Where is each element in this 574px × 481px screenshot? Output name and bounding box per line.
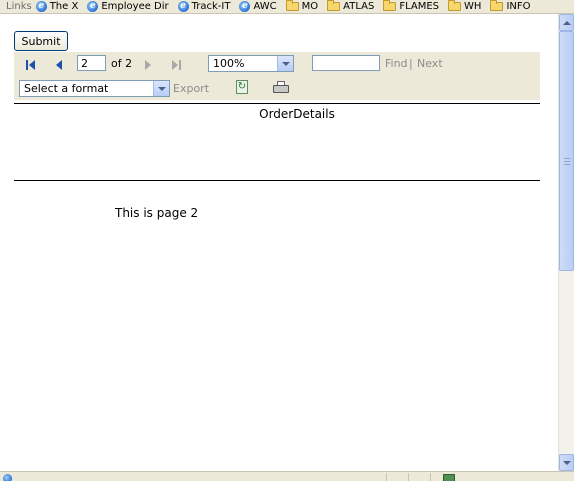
- link-label: MO: [301, 1, 319, 12]
- report-divider-top: [14, 103, 540, 104]
- find-separator: |: [409, 57, 413, 70]
- next-page-button[interactable]: [141, 58, 155, 71]
- link-folder-flames[interactable]: FLAMES: [383, 0, 440, 12]
- link-label: Track-IT: [191, 1, 231, 12]
- report-divider-bottom: [14, 180, 540, 181]
- links-label: Links: [6, 1, 32, 12]
- link-folder-atlas[interactable]: ATLAS: [327, 0, 375, 12]
- find-next-link[interactable]: Next: [417, 57, 443, 70]
- format-value: Select a format: [24, 82, 109, 95]
- ie-page-icon: e: [87, 1, 99, 12]
- previous-page-icon: [56, 59, 62, 70]
- vertical-scrollbar[interactable]: [558, 14, 574, 471]
- print-icon[interactable]: [273, 81, 289, 94]
- chevron-up-icon: [562, 20, 571, 25]
- first-page-button[interactable]: [23, 58, 37, 71]
- folder-icon: [285, 0, 299, 11]
- first-page-icon: [25, 59, 35, 70]
- report-title: OrderDetails: [259, 107, 335, 121]
- link-label: FLAMES: [399, 1, 440, 12]
- link-folder-info[interactable]: INFO: [490, 0, 531, 12]
- submit-button[interactable]: Submit: [14, 31, 68, 51]
- report-page-text: This is page 2: [115, 206, 199, 220]
- links-toolbar: Links e The X e Employee Dir e Track-IT …: [0, 0, 574, 14]
- chevron-down-icon: [281, 61, 290, 66]
- link-label: ATLAS: [343, 1, 375, 12]
- ie-page-icon: e: [35, 1, 47, 12]
- zoom-select[interactable]: 100%: [208, 55, 294, 72]
- dropdown-button[interactable]: [153, 81, 169, 96]
- link-the-x[interactable]: e The X: [35, 1, 79, 12]
- refresh-icon[interactable]: ↻: [236, 80, 248, 94]
- folder-icon: [490, 0, 504, 11]
- chevron-down-icon: [157, 86, 166, 91]
- link-label: AWC: [253, 1, 277, 12]
- page-content: Submit of 2 100% Find | Next: [0, 14, 558, 466]
- next-page-icon: [145, 59, 151, 70]
- export-format-select[interactable]: Select a format: [19, 80, 170, 97]
- link-label: INFO: [506, 1, 531, 12]
- link-label: The X: [49, 1, 79, 12]
- folder-icon: [383, 0, 397, 11]
- page-count-label: of 2: [111, 57, 133, 70]
- chevron-down-icon: [562, 460, 571, 465]
- link-awc[interactable]: e AWC: [239, 1, 277, 12]
- find-input[interactable]: [312, 55, 380, 71]
- folder-icon: [448, 0, 462, 11]
- link-label: Employee Dir: [101, 1, 169, 12]
- link-employee-dir[interactable]: e Employee Dir: [87, 1, 169, 12]
- link-folder-wh[interactable]: WH: [448, 0, 482, 12]
- link-label: WH: [464, 1, 482, 12]
- find-link[interactable]: Find: [385, 57, 408, 70]
- ie-page-icon: e: [239, 1, 251, 12]
- scroll-down-button[interactable]: [559, 454, 574, 471]
- dropdown-button[interactable]: [277, 56, 293, 71]
- previous-page-button[interactable]: [52, 58, 66, 71]
- link-folder-mo[interactable]: MO: [285, 0, 319, 12]
- report-viewer-toolbar: of 2 100% Find | Next Select a format Ex…: [14, 52, 540, 100]
- page-number-input[interactable]: [77, 55, 106, 71]
- link-track-it[interactable]: e Track-IT: [177, 1, 231, 12]
- zoom-value: 100%: [213, 57, 245, 70]
- ie-page-icon: e: [177, 1, 189, 12]
- scrollbar-thumb[interactable]: [559, 31, 574, 271]
- folder-icon: [327, 0, 341, 11]
- last-page-button[interactable]: [169, 58, 183, 71]
- export-link[interactable]: Export: [173, 82, 209, 95]
- last-page-icon: [171, 59, 181, 70]
- scroll-up-button[interactable]: [559, 14, 574, 31]
